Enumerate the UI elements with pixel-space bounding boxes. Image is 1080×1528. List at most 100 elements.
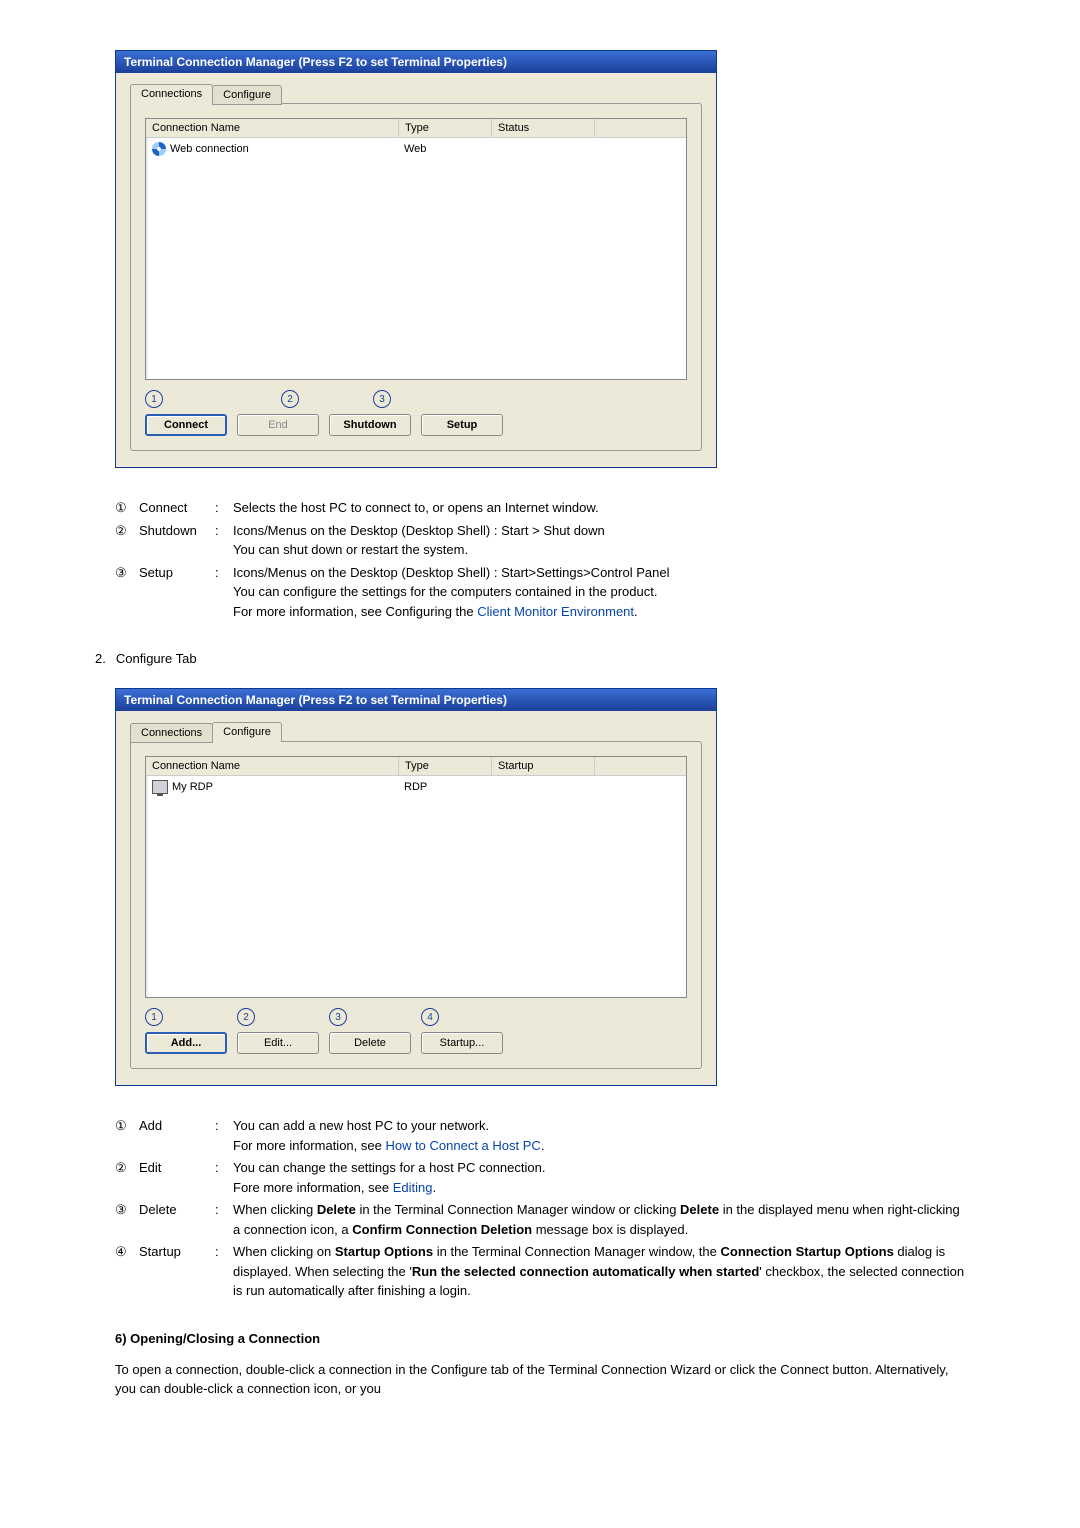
text-setup: Icons/Menus on the Desktop (Desktop Shel…	[233, 563, 965, 622]
callout2-2: 2	[237, 1008, 255, 1026]
dialog1-body: Connections Configure Connection Name Ty…	[116, 73, 716, 467]
edit-button[interactable]: Edit...	[237, 1032, 319, 1054]
label-connect: Connect	[139, 498, 207, 518]
t2a: Icons/Menus on the Desktop (Desktop Shel…	[233, 523, 605, 538]
delete-button[interactable]: Delete	[329, 1032, 411, 1054]
list-row-2[interactable]: My RDP RDP	[146, 776, 686, 798]
t4a-b3: Run the selected connection automaticall…	[412, 1264, 759, 1279]
num2-4: ④	[115, 1242, 131, 1301]
section-2-header: 2. Configure Tab	[95, 651, 965, 666]
colon: :	[215, 1200, 225, 1239]
text-startup: When clicking on Startup Options in the …	[233, 1242, 965, 1301]
cell-name-text: Web connection	[170, 143, 249, 155]
startup-button[interactable]: Startup...	[421, 1032, 503, 1054]
callout2-3: 3	[329, 1008, 347, 1026]
label-setup: Setup	[139, 563, 207, 622]
dialog2-panel: Connection Name Type Startup My RDP RDP …	[130, 741, 702, 1069]
dialog2-listbox[interactable]: Connection Name Type Startup My RDP RDP	[145, 756, 687, 998]
t2a2: You can change the settings for a host P…	[233, 1160, 545, 1175]
col-connection-name[interactable]: Connection Name	[146, 119, 399, 137]
text-shutdown: Icons/Menus on the Desktop (Desktop Shel…	[233, 521, 965, 560]
colon: :	[215, 563, 225, 622]
col-connection-name-2[interactable]: Connection Name	[146, 757, 399, 775]
ie-icon	[152, 142, 166, 156]
label-shutdown: Shutdown	[139, 521, 207, 560]
tab-configure-2[interactable]: Configure	[212, 722, 282, 742]
num-1: ①	[115, 498, 131, 518]
explanations-1: ① Connect : Selects the host PC to conne…	[115, 498, 965, 621]
col-type[interactable]: Type	[399, 119, 492, 137]
section-2-title: Configure Tab	[116, 651, 197, 666]
connect-button[interactable]: Connect	[145, 414, 227, 436]
label-edit: Edit	[139, 1158, 207, 1197]
dialog2-body: Connections Configure Connection Name Ty…	[116, 711, 716, 1085]
colon: :	[215, 1242, 225, 1301]
tab-connections-2[interactable]: Connections	[130, 723, 213, 743]
num2-3: ③	[115, 1200, 131, 1239]
heading-6: 6) Opening/Closing a Connection	[115, 1331, 965, 1346]
dialog-connections-tab: Terminal Connection Manager (Press F2 to…	[115, 50, 717, 468]
dialog1-title: Terminal Connection Manager (Press F2 to…	[116, 51, 716, 73]
num-3: ③	[115, 563, 131, 622]
t2b: You can shut down or restart the system.	[233, 542, 468, 557]
col-startup-2[interactable]: Startup	[492, 757, 595, 775]
t1b-post: .	[541, 1138, 545, 1153]
t3b-b2: Confirm Connection Deletion	[352, 1222, 532, 1237]
num2-1: ①	[115, 1116, 131, 1155]
t4a-pre: When clicking on	[233, 1244, 335, 1259]
shutdown-button[interactable]: Shutdown	[329, 414, 411, 436]
col-type-2[interactable]: Type	[399, 757, 492, 775]
t2b-post: .	[432, 1180, 436, 1195]
dialog2-list-head: Connection Name Type Startup	[146, 757, 686, 776]
dialog1-buttons: Connect End Shutdown Setup	[145, 414, 687, 436]
label-startup: Startup	[139, 1242, 207, 1301]
link-editing[interactable]: Editing	[393, 1180, 433, 1195]
end-button[interactable]: End	[237, 414, 319, 436]
colon: :	[215, 521, 225, 560]
cell-name-2-text: My RDP	[172, 781, 213, 793]
col-status[interactable]: Status	[492, 119, 595, 137]
callout-3: 3	[373, 390, 391, 408]
tab-configure[interactable]: Configure	[212, 85, 282, 105]
cell-type: Web	[398, 140, 490, 158]
callout-1: 1	[145, 390, 163, 408]
dialog1-listbox[interactable]: Connection Name Type Status Web connecti…	[145, 118, 687, 380]
text-edit: You can change the settings for a host P…	[233, 1158, 965, 1197]
callout2-1: 1	[145, 1008, 163, 1026]
t1b-pre: For more information, see	[233, 1138, 385, 1153]
callout2-4: 4	[421, 1008, 439, 1026]
opening-closing-para: To open a connection, double-click a con…	[115, 1360, 965, 1399]
explanations-2: ① Add : You can add a new host PC to you…	[115, 1116, 965, 1301]
colon: :	[215, 498, 225, 518]
t3a-pre: When clicking	[233, 1202, 317, 1217]
cell-type-2: RDP	[398, 778, 490, 796]
t4a-b1: Startup Options	[335, 1244, 433, 1259]
cell-status	[490, 140, 592, 158]
tab-connections[interactable]: Connections	[130, 84, 213, 104]
callout-2: 2	[281, 390, 299, 408]
t3a: Icons/Menus on the Desktop (Desktop Shel…	[233, 565, 669, 580]
t1a: You can add a new host PC to your networ…	[233, 1118, 489, 1133]
colon: :	[215, 1116, 225, 1155]
t4a-b2: Connection Startup Options	[720, 1244, 893, 1259]
t3a-b1: Delete	[317, 1202, 356, 1217]
setup-button[interactable]: Setup	[421, 414, 503, 436]
add-button[interactable]: Add...	[145, 1032, 227, 1054]
text-delete: When clicking Delete in the Terminal Con…	[233, 1200, 965, 1239]
t2b-pre: Fore more information, see	[233, 1180, 393, 1195]
dialog1-tabbar: Connections Configure	[130, 84, 702, 104]
t4a-mid: in the Terminal Connection Manager windo…	[433, 1244, 720, 1259]
dialog-configure-tab: Terminal Connection Manager (Press F2 to…	[115, 688, 717, 1086]
num-2: ②	[115, 521, 131, 560]
t3c-post: .	[634, 604, 638, 619]
section-2-num: 2.	[95, 651, 106, 666]
t3b-b1: Delete	[680, 1202, 719, 1217]
t3b: You can configure the settings for the c…	[233, 584, 657, 599]
dialog2-buttons: Add... Edit... Delete Startup...	[145, 1032, 687, 1054]
text-connect: Selects the host PC to connect to, or op…	[233, 498, 965, 518]
monitor-icon	[152, 780, 168, 794]
link-how-to-connect[interactable]: How to Connect a Host PC	[385, 1138, 540, 1153]
link-client-monitor-env[interactable]: Client Monitor Environment	[477, 604, 634, 619]
cell-name: Web connection	[146, 140, 398, 158]
list-row[interactable]: Web connection Web	[146, 138, 686, 160]
